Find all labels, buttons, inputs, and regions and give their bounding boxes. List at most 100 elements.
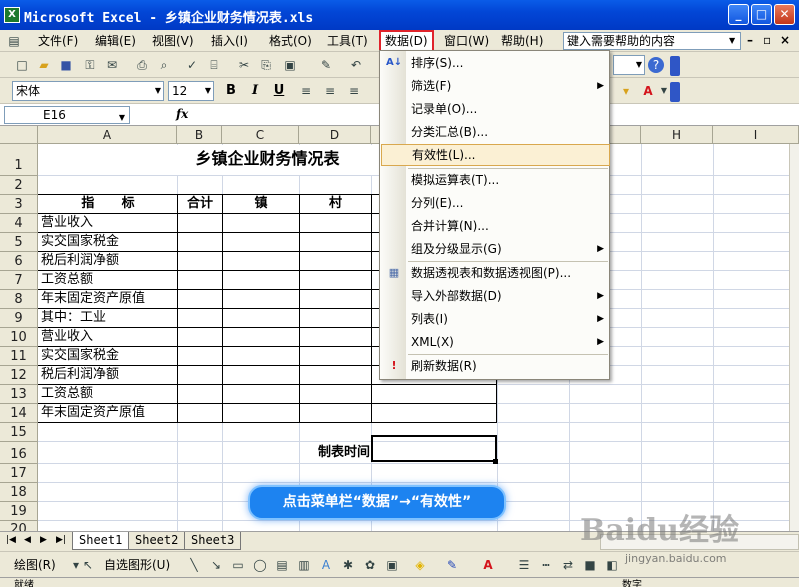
arrow-icon[interactable]: ↘: [208, 557, 224, 573]
row-header-3[interactable]: 3: [0, 195, 38, 214]
row-header-7[interactable]: 7: [0, 271, 38, 290]
minimize-button[interactable]: _: [728, 4, 749, 25]
align-center-icon[interactable]: ≡: [322, 83, 338, 99]
open-icon[interactable]: ▰: [36, 57, 52, 73]
menu-item-consolidate[interactable]: 合并计算(N)...: [381, 215, 610, 237]
column-header-h[interactable]: H: [641, 126, 713, 144]
rectangle-icon[interactable]: ▭: [230, 557, 246, 573]
format-painter-icon[interactable]: ✎: [318, 57, 334, 73]
font-size-select[interactable]: 12 ▼: [168, 81, 214, 101]
column-header-a[interactable]: A: [38, 126, 177, 144]
menu-file[interactable]: 文件(F): [34, 32, 82, 50]
spelling-icon[interactable]: ✓: [184, 57, 200, 73]
vertical-textbox-icon[interactable]: ▥: [296, 557, 312, 573]
autoshapes-button[interactable]: 自选图形(U): [100, 556, 174, 574]
print-icon[interactable]: ⎙: [134, 57, 150, 73]
arrow-style-icon[interactable]: ⇄: [560, 557, 576, 573]
clipart-icon[interactable]: ✿: [362, 557, 378, 573]
menu-item-data-table[interactable]: 模拟运算表(T)...: [381, 169, 610, 191]
row-header-15[interactable]: 15: [0, 423, 38, 442]
fill-color-icon[interactable]: ▾: [618, 83, 634, 99]
column-header-b[interactable]: B: [177, 126, 222, 144]
dash-style-icon[interactable]: ┅: [538, 557, 554, 573]
3d-icon[interactable]: ◧: [604, 557, 620, 573]
row-header-12[interactable]: 12: [0, 366, 38, 385]
bold-button[interactable]: B: [222, 82, 240, 100]
menu-format[interactable]: 格式(O): [265, 32, 316, 50]
select-all-corner[interactable]: [0, 126, 38, 144]
first-sheet-icon[interactable]: |◀: [6, 535, 16, 545]
print-preview-icon[interactable]: ⌕: [156, 57, 172, 73]
menu-edit[interactable]: 编辑(E): [91, 32, 140, 50]
align-left-icon[interactable]: ≡: [298, 83, 314, 99]
row-header-19[interactable]: 19: [0, 502, 38, 521]
oval-icon[interactable]: ◯: [252, 557, 268, 573]
sheet-tab-3[interactable]: Sheet3: [184, 532, 242, 550]
italic-button[interactable]: I: [246, 82, 264, 100]
menu-item-group-outline[interactable]: 组及分级显示(G) ▶: [381, 238, 610, 260]
row-header-20[interactable]: 20: [0, 521, 38, 531]
mdi-close-button[interactable]: ×: [780, 33, 790, 47]
row-header-9[interactable]: 9: [0, 309, 38, 328]
column-header-c[interactable]: C: [222, 126, 299, 144]
email-icon[interactable]: ✉: [104, 57, 120, 73]
row-header-10[interactable]: 10: [0, 328, 38, 347]
cut-icon[interactable]: ✂: [236, 57, 252, 73]
row-header-18[interactable]: 18: [0, 483, 38, 502]
menu-item-import-external-data[interactable]: 导入外部数据(D) ▶: [381, 285, 610, 307]
fill-handle[interactable]: [493, 459, 498, 464]
menu-item-text-to-columns[interactable]: 分列(E)...: [381, 192, 610, 214]
menu-item-validation[interactable]: 有效性(L)...: [381, 144, 610, 166]
paste-icon[interactable]: ▣: [282, 57, 298, 73]
menu-help[interactable]: 帮助(H): [497, 32, 547, 50]
menu-data[interactable]: 数据(D): [379, 30, 434, 52]
toolbar-options-icon[interactable]: [670, 56, 680, 76]
active-cell-e16[interactable]: [371, 435, 497, 462]
diagram-icon[interactable]: ✱: [340, 557, 356, 573]
line-style-icon[interactable]: ☰: [516, 557, 532, 573]
mdi-minimize-button[interactable]: –: [747, 33, 753, 47]
row-header-11[interactable]: 11: [0, 347, 38, 366]
column-header-d[interactable]: D: [299, 126, 371, 144]
vertical-scrollbar[interactable]: [789, 144, 799, 531]
row-header-4[interactable]: 4: [0, 214, 38, 233]
row-header-16[interactable]: 16: [0, 442, 38, 464]
menu-item-form[interactable]: 记录单(O)...: [381, 98, 610, 120]
underline-button[interactable]: U: [270, 82, 288, 100]
help-icon[interactable]: ?: [648, 57, 664, 73]
row-header-2[interactable]: 2: [0, 176, 38, 195]
menu-item-sort[interactable]: A↓ 排序(S)...: [381, 52, 610, 74]
copy-icon[interactable]: ⎘: [258, 57, 274, 73]
insert-function-icon[interactable]: fx: [176, 107, 188, 121]
sheet-tab-2[interactable]: Sheet2: [128, 532, 186, 550]
row-header-1[interactable]: 1: [0, 144, 38, 176]
menu-item-filter[interactable]: 筛选(F) ▶: [381, 75, 610, 97]
draw-menu-button[interactable]: 绘图(R): [10, 556, 60, 574]
last-sheet-icon[interactable]: ▶|: [56, 535, 66, 545]
textbox-icon[interactable]: ▤: [274, 557, 290, 573]
picture-icon[interactable]: ▣: [384, 557, 400, 573]
name-box[interactable]: E16 ▼: [4, 106, 130, 124]
row-header-5[interactable]: 5: [0, 233, 38, 252]
permission-icon[interactable]: ⚿: [82, 57, 98, 73]
fill-color-icon[interactable]: ◈: [412, 557, 428, 573]
sheet-tab-1[interactable]: Sheet1: [72, 532, 130, 550]
row-header-17[interactable]: 17: [0, 464, 38, 483]
menu-view[interactable]: 视图(V): [148, 32, 198, 50]
font-color-icon[interactable]: A: [640, 83, 656, 99]
menu-item-refresh-data[interactable]: ! 刷新数据(R): [381, 355, 610, 377]
close-button[interactable]: ✕: [774, 4, 795, 25]
menu-item-subtotals[interactable]: 分类汇总(B)...: [381, 121, 610, 143]
new-icon[interactable]: □: [14, 57, 30, 73]
menu-insert[interactable]: 插入(I): [207, 32, 252, 50]
undo-icon[interactable]: ↶: [348, 57, 364, 73]
align-right-icon[interactable]: ≡: [346, 83, 362, 99]
menu-item-xml[interactable]: XML(X) ▶: [381, 331, 610, 353]
menu-item-pivot-table[interactable]: ▦ 数据透视表和数据透视图(P)...: [381, 262, 610, 284]
mdi-restore-button[interactable]: ▫: [763, 33, 771, 47]
maximize-button[interactable]: □: [751, 4, 772, 25]
menu-item-list[interactable]: 列表(I) ▶: [381, 308, 610, 330]
font-name-select[interactable]: 宋体 ▼: [12, 81, 164, 101]
shadow-icon[interactable]: ■: [582, 557, 598, 573]
help-search-input[interactable]: 键入需要帮助的内容: [563, 32, 741, 50]
